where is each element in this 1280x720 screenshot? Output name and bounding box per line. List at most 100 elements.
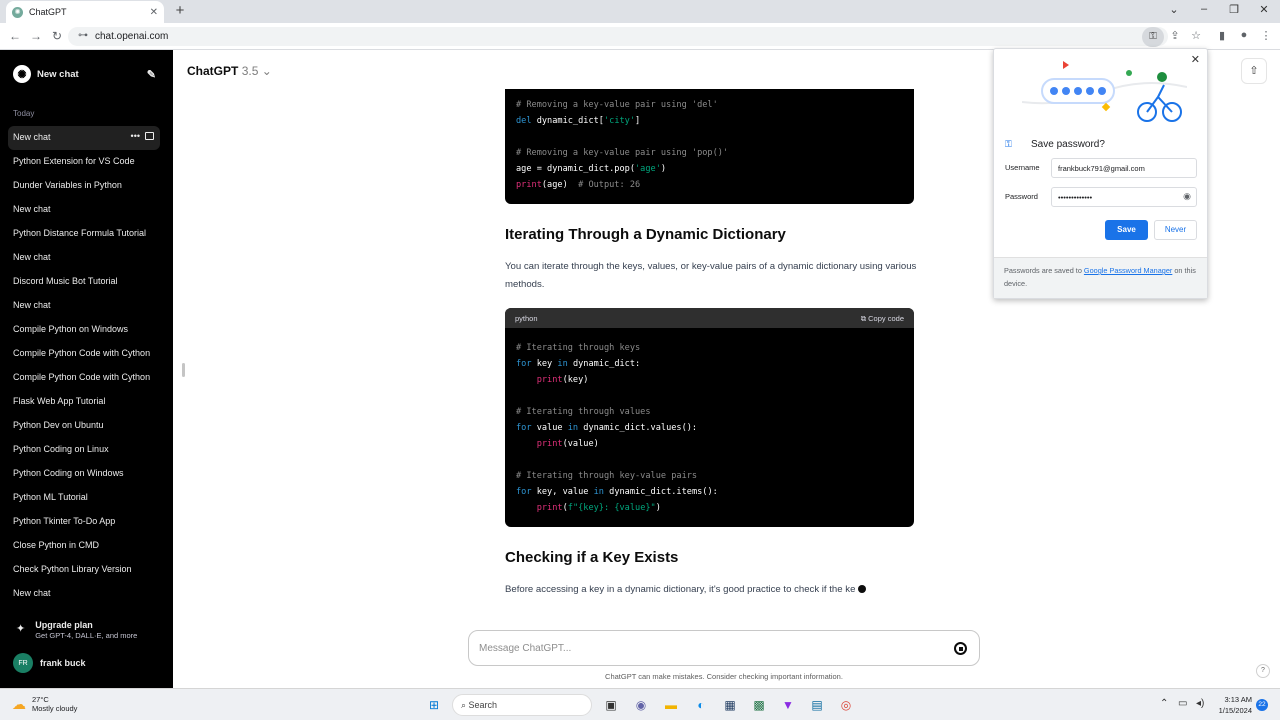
chat-item[interactable]: Compile Python Code with Cython	[8, 342, 160, 366]
new-chat-button[interactable]: ✺ New chat ✎	[8, 60, 160, 88]
chat-item[interactable]: Python ML Tutorial	[8, 486, 160, 510]
code-language: python	[515, 314, 538, 323]
url-text: chat.openai.com	[95, 31, 169, 42]
upgrade-subtitle: Get GPT-4, DALL·E, and more	[35, 631, 138, 640]
model-selector[interactable]: ChatGPT 3.5 ⌄	[187, 64, 272, 78]
username-field[interactable]: frankbuck791@gmail.com	[1051, 158, 1197, 178]
password-field[interactable]: ••••••••••••• ◉	[1051, 187, 1197, 207]
start-icon[interactable]: ⊞	[425, 696, 443, 714]
chat-item[interactable]: New chat	[8, 582, 160, 606]
notification-badge[interactable]: 22	[1256, 699, 1268, 711]
chat-item[interactable]: New chat	[8, 294, 160, 318]
app-icon[interactable]: ▩	[750, 696, 768, 714]
chat-item[interactable]: Flask Web App Tutorial	[8, 390, 160, 414]
profile-icon[interactable]: ●	[1236, 29, 1252, 41]
stop-generating-button[interactable]	[954, 642, 967, 655]
copy-code-button[interactable]: ⧉ Copy code	[861, 314, 904, 323]
tab-search-icon[interactable]: ⌄	[1164, 3, 1184, 16]
chat-item[interactable]: Compile Python on Windows	[8, 318, 160, 342]
chat-item[interactable]: Python Coding on Windows	[8, 462, 160, 486]
volume-icon[interactable]: ◂)	[1196, 698, 1204, 709]
code-content: # Iterating through keys for key in dyna…	[516, 343, 718, 513]
browser-tab[interactable]: ✺ ChatGPT ✕	[6, 1, 164, 23]
app-icon[interactable]: ▼	[779, 696, 797, 714]
close-icon[interactable]: ✕	[1191, 53, 1200, 66]
taskbar-search[interactable]: ⌕ Search	[452, 694, 592, 716]
paragraph: Before accessing a key in a dynamic dict…	[505, 581, 925, 599]
file-explorer-icon[interactable]: ▬	[662, 696, 680, 714]
site-info-icon[interactable]: ⊶	[78, 30, 88, 41]
chat-item[interactable]: Python Coding on Linux	[8, 438, 160, 462]
menu-icon[interactable]: ⋮	[1258, 29, 1274, 42]
footer-text: Passwords are saved to	[1004, 266, 1084, 275]
chat-history-list: New chat ••• Python Extension for VS Code…	[8, 126, 160, 606]
user-menu[interactable]: FR frank buck	[13, 653, 86, 673]
store-icon[interactable]: ▦	[721, 696, 739, 714]
copy-code-label: Copy code	[868, 314, 904, 323]
maximize-button[interactable]: ❐	[1224, 3, 1244, 16]
streaming-cursor-icon	[858, 585, 867, 593]
disclaimer: ChatGPT can make mistakes. Consider chec…	[605, 672, 843, 681]
sidebar-toggle-handle[interactable]	[182, 363, 185, 377]
chrome-icon[interactable]: ◎	[837, 696, 855, 714]
avatar: FR	[13, 653, 33, 673]
chat-item[interactable]: Check Python Library Version	[8, 558, 160, 582]
browser-toolbar: ← → ↻ ⊶ chat.openai.com ⇪ ☆ ▮ ● ⋮	[0, 23, 1280, 50]
chat-item[interactable]: Discord Music Bot Tutorial	[8, 270, 160, 294]
edit-icon[interactable]: ✎	[147, 68, 156, 81]
chat-item[interactable]: New chat	[8, 198, 160, 222]
chat-item[interactable]: Compile Python Code with Cython	[8, 366, 160, 390]
share-chat-button[interactable]: ⇧	[1241, 58, 1267, 84]
save-password-dialog: ✕ ⚿ Save password? Username frankbuck791…	[993, 48, 1208, 299]
weather-widget[interactable]: ☁ 27°C Mostly cloudy	[12, 695, 77, 713]
forward-icon[interactable]: →	[29, 29, 43, 43]
password-manager-link[interactable]: Google Password Manager	[1084, 266, 1172, 275]
code-header: python ⧉ Copy code	[505, 308, 914, 328]
share-page-icon[interactable]: ⇪	[1167, 29, 1183, 42]
paragraph: You can iterate through the keys, values…	[505, 261, 917, 290]
network-icon[interactable]: ▭	[1178, 698, 1187, 709]
user-name: frank buck	[40, 658, 86, 668]
minimize-button[interactable]: –	[1194, 3, 1214, 15]
message-input[interactable]: Message ChatGPT...	[468, 630, 980, 666]
reload-icon[interactable]: ↻	[50, 29, 64, 43]
chat-item[interactable]: New chat	[8, 246, 160, 270]
password-key-icon[interactable]: ⚿	[1142, 27, 1164, 47]
edge-icon[interactable]: ◐	[692, 696, 710, 714]
system-clock[interactable]: 3:13 AM 1/15/2024	[1214, 694, 1252, 716]
model-name: ChatGPT	[187, 64, 239, 78]
chat-item[interactable]: Dunder Variables in Python	[8, 174, 160, 198]
eye-icon[interactable]: ◉	[1183, 191, 1191, 202]
bookmark-star-icon[interactable]: ☆	[1188, 29, 1204, 42]
chat-item[interactable]: Python Extension for VS Code	[8, 150, 160, 174]
help-button[interactable]: ?	[1256, 664, 1270, 678]
show-hidden-icons[interactable]: ⌃	[1160, 698, 1168, 709]
task-view-icon[interactable]: ▣	[602, 696, 620, 714]
chat-item[interactable]: Close Python in CMD	[8, 534, 160, 558]
new-tab-button[interactable]: +	[172, 2, 188, 19]
tab-title: ChatGPT	[29, 7, 67, 17]
section-label-today: Today	[13, 109, 35, 118]
close-window-button[interactable]: ✕	[1254, 3, 1274, 16]
upgrade-title: Upgrade plan	[35, 620, 93, 630]
save-button[interactable]: Save	[1105, 220, 1148, 240]
archive-icon[interactable]	[145, 132, 154, 140]
more-options-icon[interactable]: •••	[131, 131, 140, 141]
chat-app-icon[interactable]: ◉	[632, 696, 650, 714]
chat-item[interactable]: Python Distance Formula Tutorial	[8, 222, 160, 246]
side-panel-icon[interactable]: ▮	[1214, 29, 1230, 42]
browser-tabstrip: ✺ ChatGPT ✕ + ⌄ – ❐ ✕	[0, 0, 1280, 23]
chat-item[interactable]: Python Dev on Ubuntu	[8, 414, 160, 438]
chat-item[interactable]: Python Tkinter To-Do App	[8, 510, 160, 534]
code-content: # Removing a key-value pair using 'del' …	[516, 100, 729, 190]
new-chat-label: New chat	[37, 68, 79, 80]
never-button[interactable]: Never	[1154, 220, 1197, 240]
chat-item[interactable]: New chat •••	[8, 126, 160, 150]
address-bar[interactable]: ⊶ chat.openai.com	[68, 27, 1168, 46]
upgrade-plan-button[interactable]: ✦ Upgrade plan Get GPT-4, DALL·E, and mo…	[13, 620, 137, 640]
app-icon[interactable]: ▤	[808, 696, 826, 714]
close-tab-icon[interactable]: ✕	[150, 7, 158, 18]
back-icon[interactable]: ←	[8, 29, 22, 43]
clock-date: 1/15/2024	[1218, 706, 1252, 715]
openai-logo-icon: ✺	[13, 65, 31, 83]
